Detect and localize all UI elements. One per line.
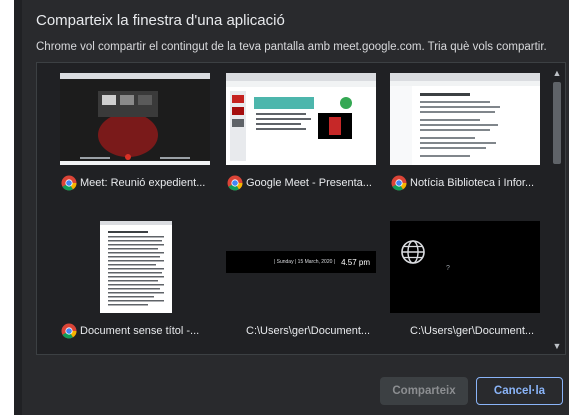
window-tile-label-row: Document sense títol -... [61, 322, 211, 340]
window-thumbnail: | Sunday | 15 March, 2020 | 4.57 pm [226, 221, 376, 313]
window-tile-label-row: Google Meet - Presenta... [227, 174, 377, 192]
window-title: Meet: Reunió expedient... [80, 177, 206, 189]
window-tile-label-row: Notícia Biblioteca i Infor... [391, 174, 541, 192]
scroll-down-arrow-icon[interactable]: ▼ [551, 340, 563, 352]
window-title: Document sense títol -... [80, 325, 200, 337]
list-scrollbar[interactable]: ▲ ▼ [551, 67, 563, 352]
window-title: C:\Users\ger\Document... [246, 325, 371, 337]
dialog-subtitle: Chrome vol compartir el contingut de la … [36, 41, 547, 53]
window-thumbnail [60, 221, 210, 313]
window-tile-document-sense-titol[interactable]: Document sense títol -... [55, 211, 215, 354]
cancel-button[interactable]: Cancel·la [476, 377, 563, 405]
chrome-icon [61, 175, 77, 191]
window-tile-clock-widget[interactable]: | Sunday | 15 March, 2020 | 4.57 pm C:\U… [221, 211, 381, 354]
window-thumbnail [390, 73, 540, 165]
share-window-dialog: Comparteix la finestra d'una aplicació C… [22, 0, 569, 415]
window-tile-label-row: C:\Users\ger\Document... [391, 322, 560, 340]
window-title: C:\Users\ger\Document... [410, 325, 535, 337]
scroll-up-arrow-icon[interactable]: ▲ [551, 67, 563, 79]
window-list: Meet: Reunió expedient... Google Meet - … [36, 62, 566, 355]
window-title: Google Meet - Presenta... [246, 177, 372, 189]
globe-question-text: ? [446, 265, 450, 272]
chrome-icon [61, 323, 77, 339]
chrome-icon [391, 175, 407, 191]
scroll-thumb[interactable] [553, 82, 561, 164]
window-thumbnail: ? [390, 221, 540, 313]
window-tile-label-row: C:\Users\ger\Document... [227, 322, 396, 340]
clock-date-text: | Sunday | 15 March, 2020 | [273, 259, 336, 265]
background-window-edge-right [569, 0, 575, 415]
dialog-title: Comparteix la finestra d'una aplicació [36, 12, 285, 29]
chrome-icon [227, 175, 243, 191]
window-thumbnail [226, 73, 376, 165]
window-tile-noticia-biblioteca[interactable]: Notícia Biblioteca i Infor... [385, 63, 545, 213]
share-button[interactable]: Comparteix [380, 377, 468, 405]
window-tile-meet[interactable]: Meet: Reunió expedient... [55, 63, 215, 213]
clock-time-text: 4.57 pm [341, 257, 370, 267]
window-title: Notícia Biblioteca i Infor... [410, 177, 535, 189]
background-window-edge [0, 0, 14, 415]
globe-icon [401, 240, 425, 264]
window-thumbnail [60, 73, 210, 165]
window-tile-label-row: Meet: Reunió expedient... [61, 174, 211, 192]
window-tile-globe-widget[interactable]: ? C:\Users\ger\Document... [385, 211, 545, 354]
window-tile-google-meet-presentation[interactable]: Google Meet - Presenta... [221, 63, 381, 213]
